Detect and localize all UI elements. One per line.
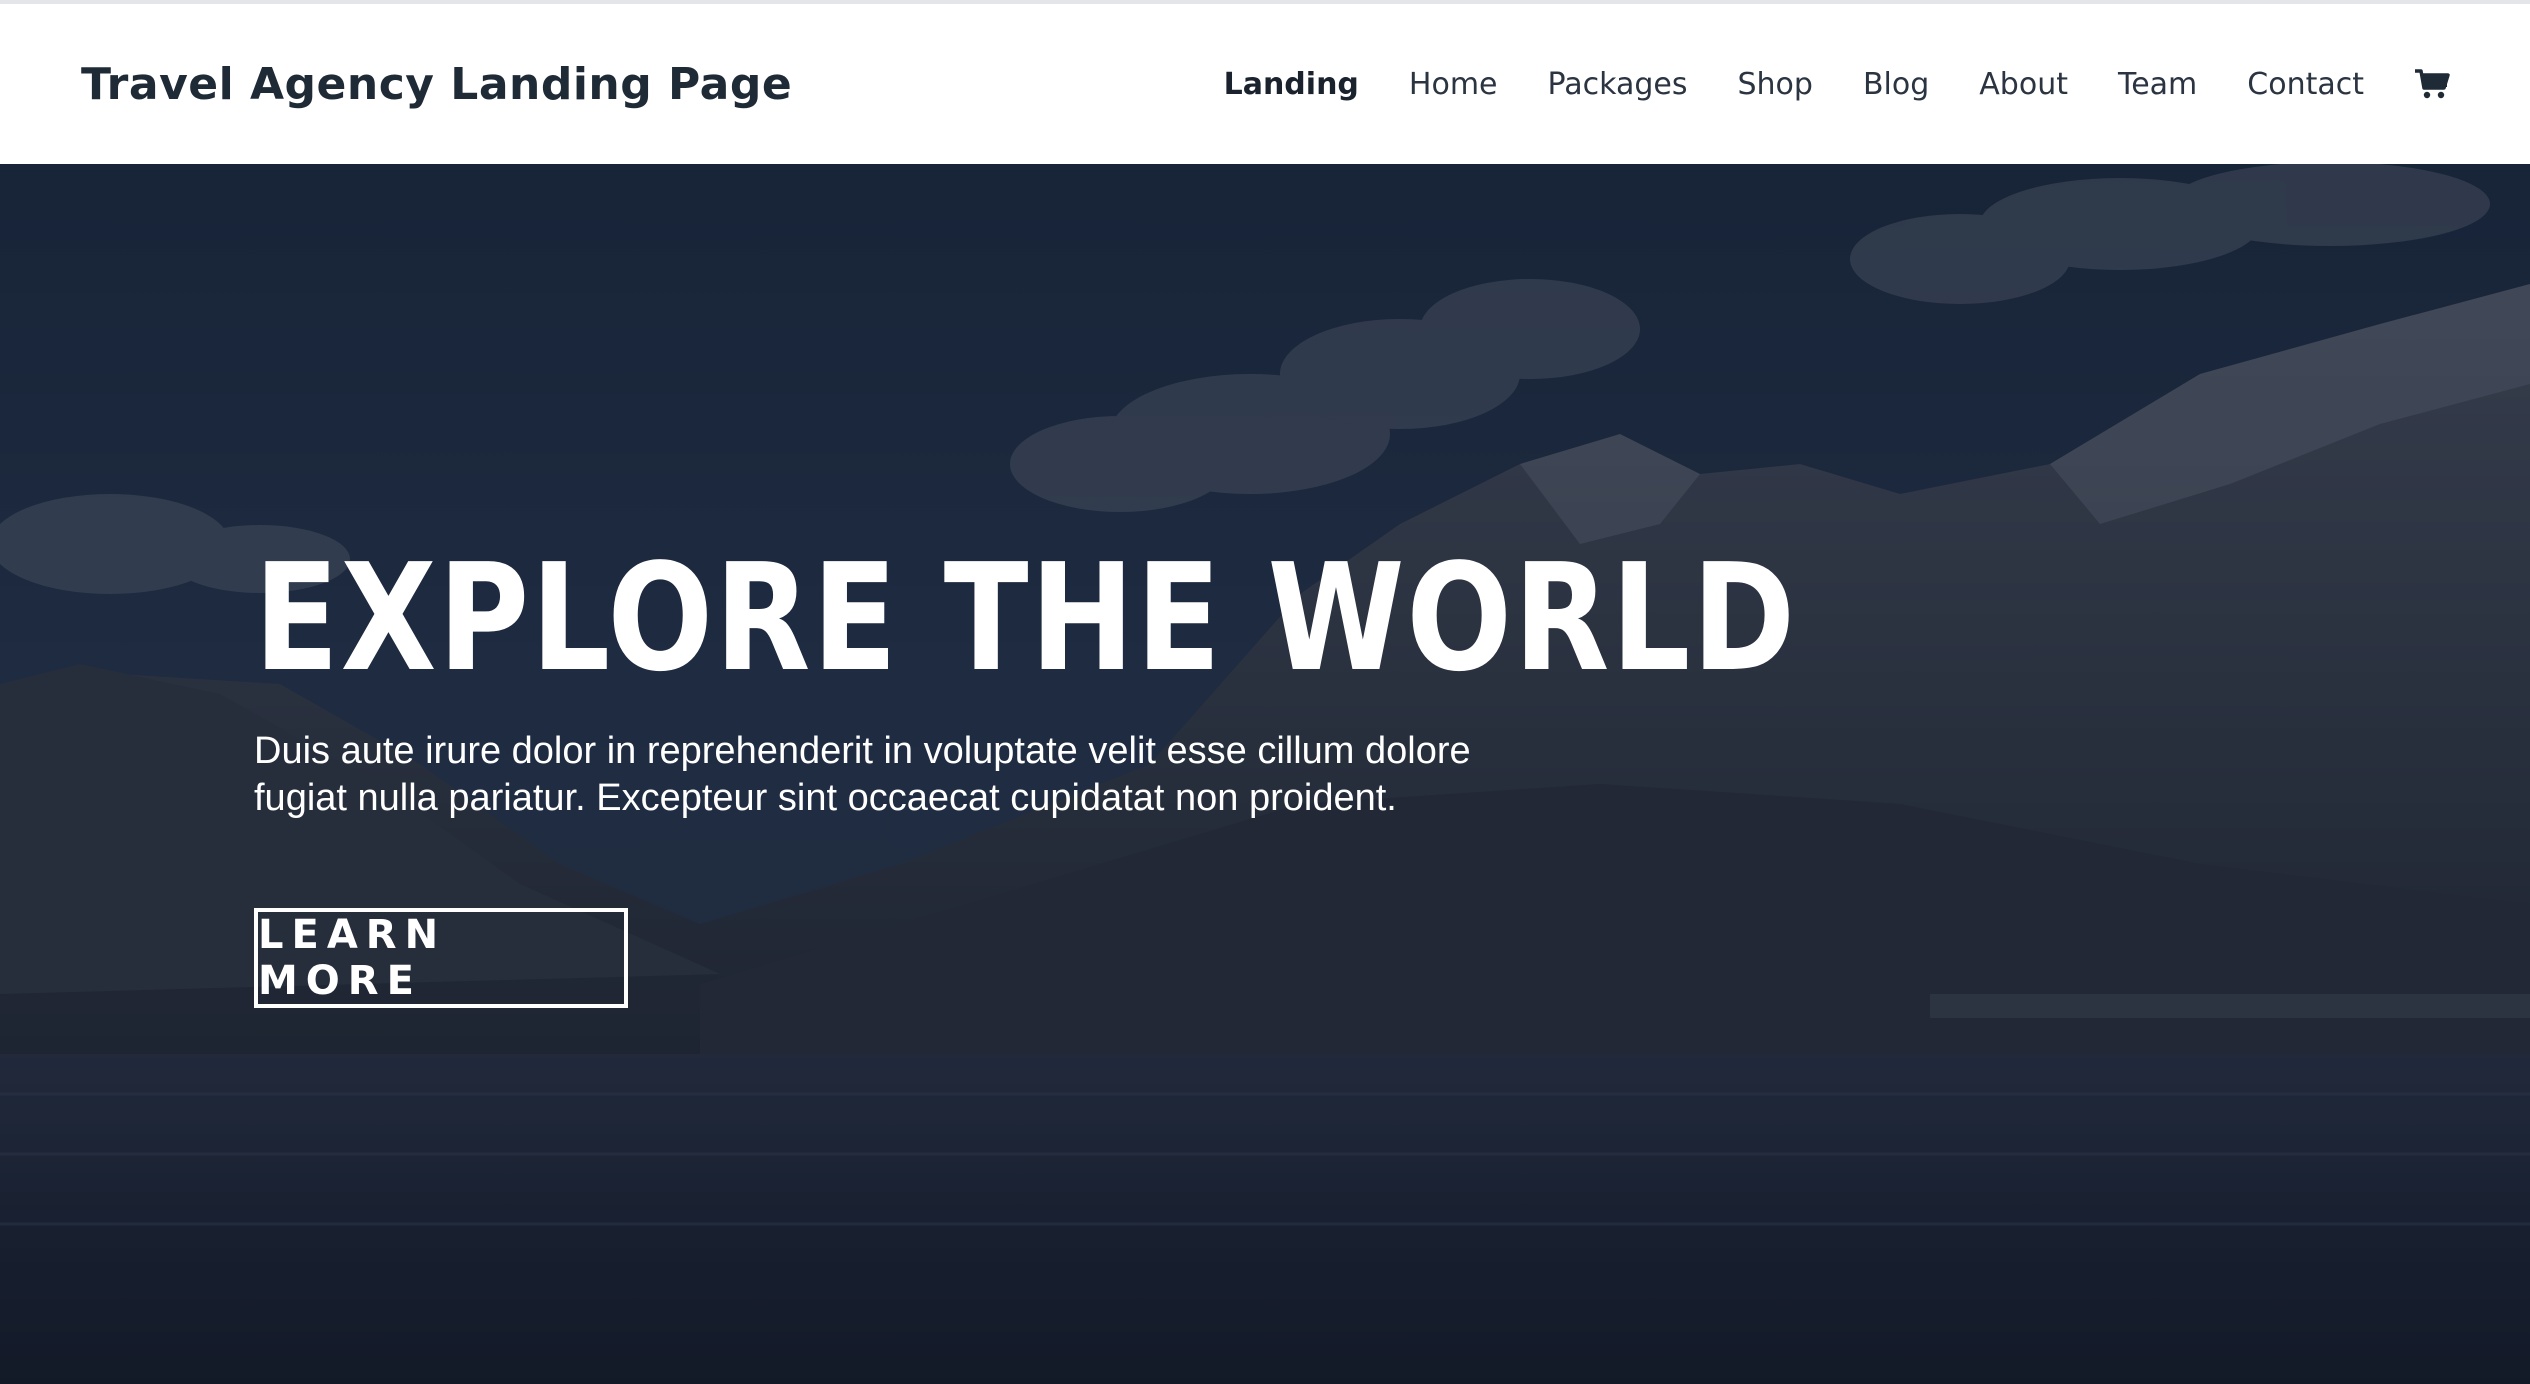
nav-item-landing[interactable]: Landing [1224,67,1359,102]
nav-item-about[interactable]: About [1979,67,2068,102]
shopping-cart-icon[interactable] [2414,68,2450,100]
hero-description: Duis aute irure dolor in reprehenderit i… [254,730,1471,819]
nav-item-team[interactable]: Team [2118,67,2197,102]
nav-item-shop[interactable]: Shop [1737,67,1812,102]
learn-more-button[interactable]: LEARN MORE [254,908,628,1008]
hero-section: EXPLORE THE WORLD Duis aute irure dolor … [0,164,2530,1384]
hero-content: EXPLORE THE WORLD Duis aute irure dolor … [254,532,1797,1008]
main-navigation: Landing Home Packages Shop Blog About Te… [1224,67,2450,102]
hero-title: EXPLORE THE WORLD [254,532,1797,704]
nav-item-home[interactable]: Home [1409,67,1498,102]
nav-item-contact[interactable]: Contact [2247,67,2364,102]
nav-item-packages[interactable]: Packages [1548,67,1688,102]
nav-item-blog[interactable]: Blog [1863,67,1929,102]
site-title[interactable]: Travel Agency Landing Page [81,59,792,110]
site-header: Travel Agency Landing Page Landing Home … [0,4,2530,164]
